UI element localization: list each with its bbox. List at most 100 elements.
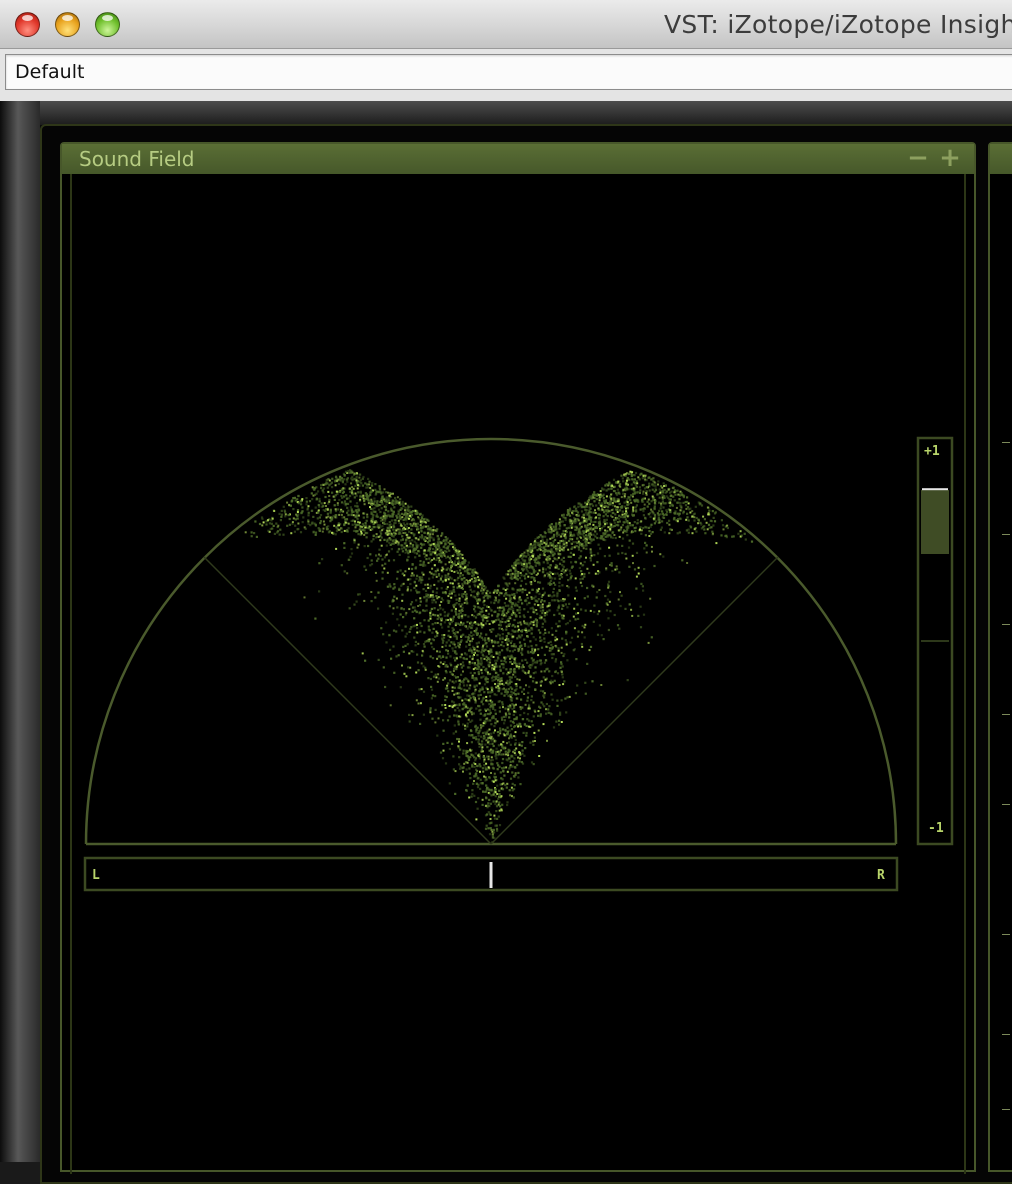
title-bar: VST: iZotope/iZotope Insight — [0, 0, 1012, 49]
scatter-dot — [679, 509, 682, 512]
scatter-dot — [534, 688, 537, 691]
scatter-dot — [451, 582, 454, 585]
scatter-dot — [623, 501, 626, 504]
scatter-dot — [420, 576, 424, 579]
scatter-dot — [700, 523, 703, 526]
scatter-dot — [588, 571, 591, 575]
scatter-dot — [510, 786, 513, 789]
scatter-dot — [555, 535, 559, 538]
scatter-dot — [486, 813, 489, 816]
scatter-dot — [438, 543, 441, 546]
scatter-dot — [372, 502, 376, 505]
scatter-dot — [489, 813, 492, 816]
scatter-dot — [367, 500, 370, 503]
scatter-dot — [435, 630, 438, 633]
scatter-dot — [410, 567, 414, 571]
scatter-dot — [529, 581, 532, 584]
scatter-dot — [668, 523, 671, 526]
scatter-dot — [579, 578, 582, 581]
scatter-dot — [433, 599, 436, 602]
scatter-dot — [365, 519, 368, 522]
scatter-dot — [560, 614, 563, 617]
scatter-dot — [581, 573, 584, 575]
scatter-dot — [568, 539, 571, 543]
scatter-dot — [543, 705, 546, 708]
scatter-dot — [284, 515, 287, 518]
scatter-dot — [460, 666, 463, 669]
scatter-dot — [393, 671, 396, 674]
scatter-dot — [568, 602, 571, 605]
scatter-dot — [370, 521, 373, 524]
scatter-dot — [489, 691, 492, 694]
scatter-dot — [610, 564, 613, 567]
scatter-dot — [355, 502, 359, 505]
zoom-icon[interactable] — [95, 12, 120, 37]
scatter-dot — [387, 510, 390, 513]
scatter-dot — [405, 519, 408, 522]
scatter-dot — [496, 750, 499, 753]
scatter-dot — [286, 501, 289, 504]
scatter-dot — [493, 817, 497, 820]
scatter-dot — [657, 521, 660, 524]
scatter-dot — [490, 654, 493, 657]
scatter-dot — [484, 668, 487, 672]
scatter-dot — [654, 502, 657, 505]
scatter-dot — [386, 522, 389, 526]
scatter-dot — [413, 586, 416, 589]
scatter-dot — [546, 538, 549, 541]
scatter-dot — [398, 547, 401, 551]
scatter-dot — [577, 534, 580, 537]
scatter-dot — [402, 582, 405, 585]
scatter-dot — [664, 502, 667, 505]
scatter-dot — [503, 608, 506, 611]
scatter-dot — [418, 579, 421, 582]
scatter-dot — [653, 508, 656, 511]
scatter-dot — [514, 645, 517, 648]
scatter-dot — [519, 629, 523, 633]
scatter-dot — [529, 676, 532, 678]
scatter-dot — [288, 503, 291, 506]
scatter-dot — [464, 714, 467, 717]
scatter-dot — [350, 552, 354, 555]
scatter-dot — [540, 701, 543, 704]
scatter-dot — [532, 740, 535, 743]
scatter-dot — [529, 640, 532, 643]
scatter-dot — [517, 572, 520, 575]
scatter-dot — [603, 518, 606, 522]
scatter-dot — [583, 530, 587, 533]
minimize-icon[interactable] — [55, 12, 80, 37]
scatter-dot — [321, 530, 324, 533]
scatter-dot — [446, 687, 449, 690]
scatter-dot — [514, 671, 517, 674]
close-icon[interactable] — [15, 12, 40, 37]
scatter-dot — [521, 602, 524, 605]
scatter-dot — [441, 626, 444, 629]
scatter-dot — [486, 746, 489, 749]
scatter-dot — [484, 586, 487, 589]
scatter-dot — [433, 607, 436, 610]
scatter-dot — [695, 530, 698, 533]
scatter-dot — [551, 674, 554, 678]
scatter-dot — [585, 547, 588, 550]
scatter-dot — [369, 506, 371, 509]
scatter-dot — [556, 609, 559, 612]
scatter-dot — [498, 665, 501, 668]
scatter-dot — [437, 717, 440, 720]
scatter-dot — [592, 511, 595, 514]
scatter-dot — [354, 526, 357, 529]
scatter-dot — [558, 585, 561, 588]
scatter-dot — [506, 726, 509, 729]
scatter-dot — [664, 513, 668, 516]
scatter-dot — [314, 533, 317, 536]
scatter-dot — [469, 749, 472, 752]
scatter-dot — [575, 612, 578, 615]
scatter-dot — [640, 529, 643, 532]
preset-selector[interactable]: Default — [5, 54, 1012, 90]
scatter-dot — [461, 606, 464, 609]
scatter-dot — [408, 713, 411, 716]
scatter-dot — [620, 505, 623, 509]
scatter-dot — [624, 493, 627, 495]
scatter-dot — [537, 654, 540, 657]
scatter-dot — [446, 741, 449, 744]
scatter-dot — [533, 603, 536, 606]
